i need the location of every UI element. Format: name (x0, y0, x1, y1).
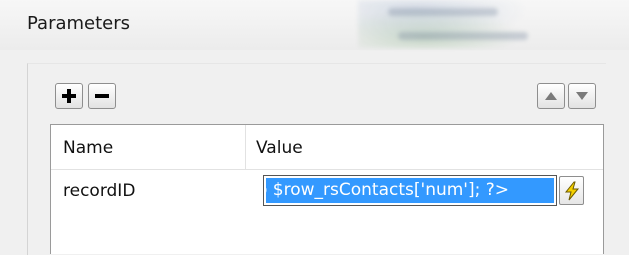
triangle-up-icon (545, 92, 557, 100)
panel-title: Parameters (27, 13, 131, 34)
grid-header: Name Value (51, 125, 603, 170)
value-selection: o $row_rsContacts['num']; ?> (266, 178, 554, 203)
blurred-background (358, 0, 548, 48)
remove-parameter-button[interactable] (88, 83, 116, 109)
move-down-button[interactable] (568, 83, 596, 109)
column-header-name[interactable]: Name (63, 138, 113, 158)
column-header-value[interactable]: Value (256, 138, 303, 158)
param-value-input[interactable]: o $row_rsContacts['num']; ?> (263, 175, 557, 206)
move-up-button[interactable] (537, 83, 565, 109)
triangle-down-icon (576, 92, 588, 100)
lightning-bolt-icon (564, 181, 579, 200)
dynamic-data-button[interactable] (559, 176, 584, 205)
parameters-grid: Name Value recordID o $row_rsContacts['n… (50, 124, 604, 254)
param-value-text: o $row_rsContacts['num']; ?> (266, 180, 510, 200)
add-parameter-button[interactable] (55, 83, 83, 109)
minus-icon (95, 94, 109, 98)
title-bar: Parameters (0, 0, 629, 50)
plus-icon (62, 89, 76, 103)
column-divider[interactable] (245, 125, 246, 169)
param-name-cell[interactable]: recordID (63, 181, 135, 201)
